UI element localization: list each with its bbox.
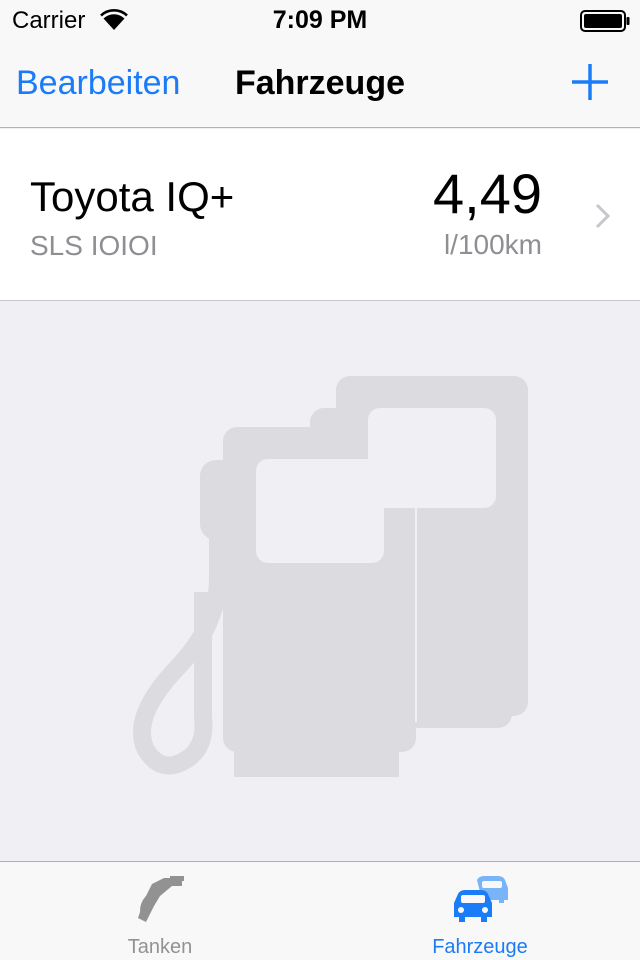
app-screen: Carrier 7:09 PM Bearbeiten Fahrzeuge Toy… (0, 0, 640, 960)
status-bar: Carrier 7:09 PM (0, 0, 640, 40)
tab-tanken[interactable]: Tanken (0, 862, 320, 960)
tab-fahrzeuge[interactable]: Fahrzeuge (320, 862, 640, 960)
consumption-value: 4,49 (433, 162, 542, 225)
tab-bar: Tanken Fahrzeuge (0, 861, 640, 960)
fuel-pump-icon (133, 376, 528, 777)
wifi-icon (100, 9, 128, 30)
battery-icon (580, 10, 630, 32)
status-time: 7:09 PM (272, 6, 368, 34)
vehicle-plate: SLS IOIOI (30, 230, 158, 261)
consumption-unit: l/100km (443, 229, 542, 260)
tab-label: Fahrzeuge (432, 936, 528, 958)
navigation-bar: Bearbeiten Fahrzeuge (0, 40, 640, 128)
carrier-label: Carrier (12, 7, 86, 34)
vehicle-name: Toyota IQ+ (30, 173, 235, 220)
plus-icon[interactable] (570, 62, 610, 102)
fuel-nozzle-icon (138, 876, 184, 922)
cars-icon (454, 876, 508, 922)
edit-button[interactable]: Bearbeiten (16, 64, 180, 103)
tab-label: Tanken (127, 936, 193, 958)
vehicle-row[interactable]: Toyota IQ+ SLS IOIOI 4,49 l/100km (0, 129, 640, 301)
chevron-right-icon (595, 203, 611, 229)
